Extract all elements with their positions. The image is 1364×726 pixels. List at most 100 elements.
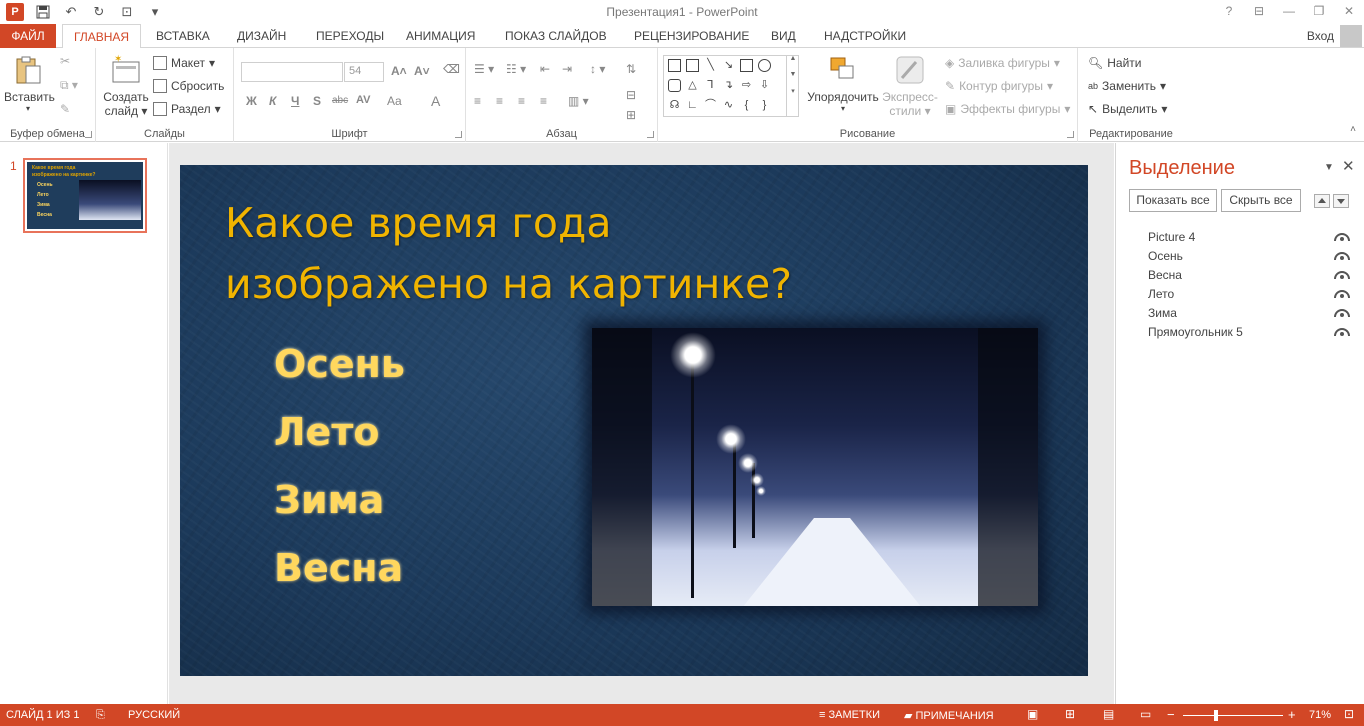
selection-item[interactable]: Осень — [1148, 249, 1183, 263]
numbering-icon[interactable]: ☷ ▾ — [506, 62, 526, 76]
bullets-icon[interactable]: ☰ ▾ — [474, 62, 494, 76]
justify-icon[interactable]: ≡ — [540, 94, 547, 108]
language-indicator[interactable]: РУССКИЙ — [128, 709, 180, 721]
drawing-launcher[interactable] — [1067, 131, 1074, 138]
slideshow-view-icon[interactable]: ▭ — [1140, 707, 1151, 721]
new-slide-button[interactable]: ✶ Создать слайд ▾ — [100, 54, 152, 118]
tab-view[interactable]: ВИД — [760, 24, 807, 48]
line-shape-icon[interactable]: ╲ — [704, 59, 717, 72]
show-all-button[interactable]: Показать все — [1129, 189, 1217, 212]
selection-item[interactable]: Зима — [1148, 306, 1177, 320]
help-button[interactable]: ? — [1214, 0, 1244, 22]
slide-thumbnail[interactable]: Какое время года изображено на картинке?… — [23, 158, 147, 233]
clipboard-launcher[interactable] — [85, 131, 92, 138]
align-left-icon[interactable]: ≡ — [474, 94, 481, 108]
shapes-gallery-scroll[interactable]: ▲ ▼ ▾ — [786, 55, 799, 117]
character-spacing-button[interactable]: AV — [356, 94, 370, 106]
bold-button[interactable]: Ж — [246, 94, 257, 108]
selection-item[interactable]: Весна — [1148, 268, 1182, 282]
paragraph-launcher[interactable] — [647, 131, 654, 138]
tab-transitions[interactable]: ПЕРЕХОДЫ — [305, 24, 395, 48]
freeform-shape-icon[interactable]: ☊ — [668, 99, 681, 112]
tab-addins[interactable]: НАДСТРОЙКИ — [813, 24, 917, 48]
layout-button[interactable]: Макет ▾ — [153, 56, 215, 70]
ribbon-display-options-button[interactable]: ⊟ — [1244, 0, 1274, 22]
fit-to-window-icon[interactable]: ⊡ — [1344, 707, 1354, 721]
slide-sorter-view-icon[interactable]: ⊞ — [1065, 707, 1075, 721]
visibility-eye-icon[interactable] — [1334, 233, 1350, 241]
font-color-button[interactable]: A — [431, 93, 440, 109]
shrink-font-icon[interactable]: A˅ — [414, 64, 430, 78]
slide-counter[interactable]: СЛАЙД 1 ИЗ 1 — [6, 709, 79, 721]
corner-shape-icon[interactable]: ∟ — [686, 99, 699, 112]
spell-check-icon[interactable]: ⎘ — [96, 709, 105, 722]
tab-design[interactable]: ДИЗАЙН — [226, 24, 297, 48]
text-direction-icon[interactable]: ⇅ — [626, 62, 636, 76]
arc-shape-icon[interactable]: ⌒ — [704, 99, 717, 112]
decrease-indent-icon[interactable]: ⇤ — [540, 62, 550, 76]
winter-park-picture[interactable] — [592, 328, 1038, 606]
zoom-out-button[interactable]: − — [1167, 707, 1175, 722]
visibility-eye-icon[interactable] — [1334, 290, 1350, 298]
italic-button[interactable]: К — [269, 94, 276, 108]
minimize-button[interactable]: — — [1274, 0, 1304, 22]
oval-shape-icon[interactable] — [758, 59, 771, 72]
font-launcher[interactable] — [455, 131, 462, 138]
elbow-connector-shape-icon[interactable]: ⅂ — [704, 79, 717, 92]
selection-item[interactable]: Picture 4 — [1148, 230, 1195, 244]
copy-icon[interactable]: ⧉ ▾ — [60, 78, 78, 93]
elbow-arrow-shape-icon[interactable]: ↴ — [722, 79, 735, 92]
columns-icon[interactable]: ▥ ▾ — [568, 94, 589, 108]
pane-options-icon[interactable]: ▼ — [1324, 162, 1334, 173]
selection-item[interactable]: Лето — [1148, 287, 1174, 301]
font-name-combo[interactable] — [241, 62, 343, 82]
shape-fill-button[interactable]: ◈ Заливка фигуры ▾ — [945, 56, 1060, 70]
option-spring[interactable]: Весна — [274, 546, 403, 590]
grow-font-icon[interactable]: A˄ — [391, 64, 407, 78]
visibility-eye-icon[interactable] — [1334, 309, 1350, 317]
replace-button[interactable]: ab Заменить ▾ — [1088, 79, 1166, 93]
avatar[interactable] — [1340, 25, 1362, 47]
curve-shape-icon[interactable]: ∿ — [722, 99, 735, 112]
strikethrough-button[interactable]: abc — [332, 95, 348, 106]
reset-button[interactable]: Сбросить — [153, 79, 224, 93]
tab-file[interactable]: ФАЙЛ — [0, 24, 56, 48]
selection-item[interactable]: Прямоугольник 5 — [1148, 325, 1243, 339]
left-brace-shape-icon[interactable]: { — [740, 99, 753, 112]
sign-in-link[interactable]: Вход — [1307, 29, 1334, 43]
text-shadow-button[interactable]: S — [313, 94, 321, 108]
right-arrow-shape-icon[interactable]: ⇨ — [740, 79, 753, 92]
normal-view-icon[interactable]: ▣ — [1027, 707, 1038, 721]
increase-indent-icon[interactable]: ⇥ — [562, 62, 572, 76]
option-summer[interactable]: Лето — [274, 410, 379, 454]
zoom-level[interactable]: 71% — [1309, 709, 1331, 721]
vertical-text-shape-icon[interactable] — [686, 59, 699, 72]
collapse-ribbon-icon[interactable]: ˄ — [1350, 124, 1356, 135]
reading-view-icon[interactable]: ▤ — [1103, 707, 1114, 721]
zoom-slider[interactable] — [1183, 715, 1283, 716]
format-painter-icon[interactable]: ✎ — [60, 102, 70, 116]
send-backward-icon[interactable] — [1333, 194, 1349, 208]
option-autumn[interactable]: Осень — [274, 342, 405, 386]
down-arrow-shape-icon[interactable]: ⇩ — [758, 79, 771, 92]
tab-slideshow[interactable]: ПОКАЗ СЛАЙДОВ — [494, 24, 618, 48]
text-box-shape-icon[interactable] — [668, 59, 681, 72]
option-winter[interactable]: Зима — [274, 478, 384, 522]
quick-styles-button[interactable]: Экспресс- стили ▾ — [880, 54, 940, 118]
font-size-combo[interactable]: 54 — [344, 62, 384, 82]
section-button[interactable]: Раздел ▾ — [153, 102, 221, 116]
zoom-in-button[interactable]: + — [1288, 707, 1296, 722]
line-spacing-icon[interactable]: ↕ ▾ — [590, 62, 605, 76]
notes-button[interactable]: ≡ ЗАМЕТКИ — [819, 709, 880, 721]
triangle-shape-icon[interactable]: △ — [686, 79, 699, 92]
close-pane-icon[interactable]: ✕ — [1342, 157, 1355, 175]
underline-button[interactable]: Ч — [291, 94, 299, 108]
visibility-eye-icon[interactable] — [1334, 328, 1350, 336]
tab-animations[interactable]: АНИМАЦИЯ — [395, 24, 486, 48]
clear-formatting-icon[interactable]: ⌫ — [443, 62, 460, 76]
slide-title[interactable]: Какое время года изображено на картинке? — [225, 193, 865, 315]
align-center-icon[interactable]: ≡ — [496, 94, 503, 108]
restore-button[interactable]: ❐ — [1304, 0, 1334, 22]
rectangle-shape-icon[interactable] — [740, 59, 753, 72]
bring-forward-icon[interactable] — [1314, 194, 1330, 208]
